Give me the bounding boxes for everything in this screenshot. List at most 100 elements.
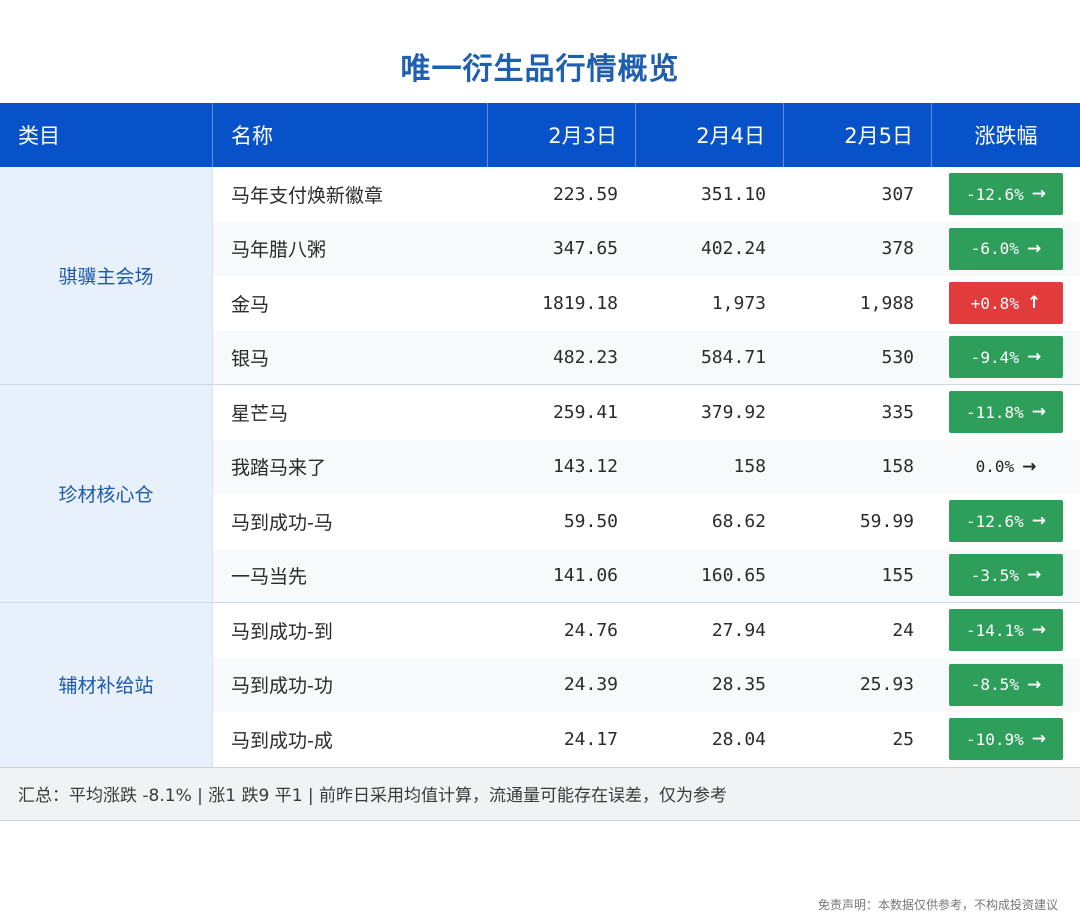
row-change: -12.6% → [932,494,1080,549]
row-price-d1: 347.65 [488,221,636,276]
row-price-d3: 25 [892,728,914,750]
change-value: -12.6% [965,511,1024,531]
arrow-right-icon: → [1026,238,1042,259]
row-change: +0.8% ↑ [932,276,1080,331]
page-title: 唯一衍生品行情概览 [400,52,680,87]
row-price-d1: 143.12 [488,439,636,494]
row-price-d3: 307 [881,183,914,205]
category-main-venue: 骐骥主会场 [0,167,213,385]
row-name: 马到成功-到 [231,620,333,643]
row-price-d3: 59.99 [859,510,914,532]
row-price-d1: 141.06 [488,548,636,603]
row-price-d2: 28.35 [636,657,784,712]
category-core-warehouse: 珍材核心仓 [0,385,213,603]
arrow-right-icon: → [1022,456,1037,477]
row-change: -9.4% → [932,330,1080,385]
row-price-d2: 68.62 [711,510,766,532]
row-change: -11.8% → [932,385,1080,440]
arrow-up-icon: ↑ [1026,293,1042,314]
row-change: -14.1% → [932,603,1080,658]
row-price-d1: 482.23 [488,330,636,385]
row-price-d1: 24.76 [563,619,618,641]
row-name: 我踏马来了 [213,439,488,494]
row-price-d1: 1819.18 [542,292,618,314]
header-date-3: 2月5日 [784,103,932,167]
change-badge: -3.5% → [949,554,1063,597]
row-price-d2: 27.94 [711,619,766,641]
row-price-d3: 378 [784,221,932,276]
row-price-d2: 351.10 [700,183,766,205]
change-badge: 0.0% → [949,446,1063,488]
row-name: 金马 [231,293,270,316]
row-price-d2: 402.24 [636,221,784,276]
row-price-d3: 530 [784,330,932,385]
change-badge: -10.9% → [949,718,1063,761]
change-value: -12.6% [965,184,1024,204]
change-badge: -6.0% → [949,227,1063,270]
row-price-d2: 28.04 [711,728,766,750]
change-value: -8.5% [970,675,1019,695]
row-change: -6.0% → [932,221,1080,276]
change-badge: +0.8% ↑ [949,282,1063,325]
change-value: +0.8% [970,293,1019,313]
row-name: 马年支付焕新徽章 [231,184,384,207]
arrow-right-icon: → [1031,729,1047,750]
header-date-2: 2月4日 [636,103,784,167]
category-supply-station: 辅材补给站 [0,603,213,767]
row-price-d1: 24.17 [563,728,618,750]
arrow-right-icon: → [1031,511,1047,532]
row-name: 马到成功-马 [231,511,333,534]
row-price-d2: 584.71 [636,330,784,385]
row-price-d2: 160.65 [636,548,784,603]
header-change: 涨跌幅 [932,103,1080,167]
row-name: 星芒马 [231,402,289,425]
market-table: 类目 名称 2月3日 2月4日 2月5日 涨跌幅 骐骥主会场 珍材核心仓 辅材补… [0,103,1080,821]
header-date-1: 2月3日 [488,103,636,167]
row-price-d2: 379.92 [700,401,766,423]
arrow-right-icon: → [1031,620,1047,641]
change-value: 0.0% [975,457,1015,477]
row-price-d3: 1,988 [859,292,914,314]
change-value: -3.5% [970,565,1019,585]
row-name: 马到成功-功 [213,657,488,712]
row-change: -12.6% → [932,167,1080,222]
change-badge: -14.1% → [949,609,1063,652]
change-value: -14.1% [965,620,1024,640]
change-badge: -9.4% → [949,336,1063,379]
row-name: 银马 [213,330,488,385]
row-name: 一马当先 [213,548,488,603]
row-price-d1: 59.50 [563,510,618,532]
summary-bar: 汇总：平均涨跌 -8.1% | 涨1 跌9 平1 | 前昨日采用均值计算，流通量… [0,766,1080,821]
change-value: -6.0% [970,239,1019,259]
header-name: 名称 [213,103,488,167]
row-price-d2: 158 [636,439,784,494]
row-price-d1: 24.39 [488,657,636,712]
change-badge: -12.6% → [949,173,1063,216]
row-price-d2: 1,973 [711,292,766,314]
change-badge: -8.5% → [949,663,1063,706]
row-change: -8.5% → [932,657,1080,712]
arrow-right-icon: → [1026,674,1042,695]
header-category: 类目 [0,103,213,167]
arrow-right-icon: → [1031,184,1047,205]
change-value: -9.4% [970,347,1019,367]
row-price-d3: 335 [881,401,914,423]
row-price-d1: 223.59 [552,183,618,205]
row-price-d3: 25.93 [784,657,932,712]
change-badge: -11.8% → [949,391,1063,434]
row-name: 马年腊八粥 [213,221,488,276]
arrow-right-icon: → [1026,565,1042,586]
row-change: 0.0% → [932,439,1080,494]
disclaimer: 免责声明：本数据仅供参考，不构成投资建议 [817,898,1058,912]
change-value: -10.9% [965,729,1024,749]
row-price-d1: 259.41 [552,401,618,423]
row-price-d3: 155 [784,548,932,603]
change-value: -11.8% [965,402,1024,422]
arrow-right-icon: → [1031,402,1047,423]
change-badge: -12.6% → [949,500,1063,543]
arrow-right-icon: → [1026,347,1042,368]
row-change: -10.9% → [932,712,1080,767]
row-name: 马到成功-成 [231,729,333,752]
row-price-d3: 24 [892,619,914,641]
row-change: -3.5% → [932,548,1080,603]
